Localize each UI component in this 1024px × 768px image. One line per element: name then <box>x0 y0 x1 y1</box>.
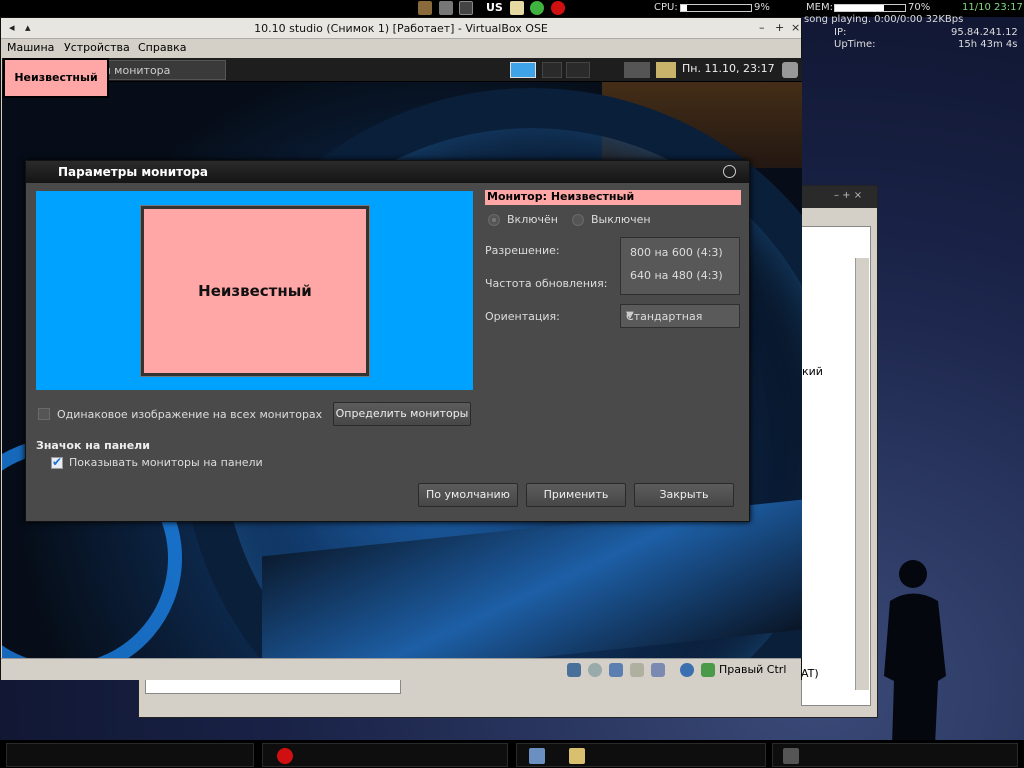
vbox-titlebar[interactable]: ◂ ▴ 10.10 studio (Снимок 1) [Работает] -… <box>1 18 801 39</box>
network-status-icon[interactable] <box>609 663 623 677</box>
bg-window-buttons[interactable]: – + × <box>834 190 862 201</box>
dialog-title: Параметры монитора <box>58 165 208 179</box>
workspace-1-icon[interactable] <box>510 62 536 78</box>
vbox-statusbar: Правый Ctrl <box>1 658 801 680</box>
monitor-identify-label: Неизвестный <box>3 58 109 98</box>
conky-ip-label: IP: <box>834 27 847 38</box>
monitor-preview-label: Неизвестный <box>198 282 312 300</box>
dialog-close-icon[interactable] <box>723 165 736 178</box>
clipboard-icon[interactable] <box>510 1 524 15</box>
close-icon[interactable]: × <box>791 21 800 34</box>
default-button[interactable]: По умолчанию <box>418 483 518 507</box>
hdd-status-icon[interactable] <box>567 663 581 677</box>
menu-machine[interactable]: Машина <box>7 41 54 54</box>
monitor-preview[interactable]: Неизвестный <box>140 205 370 377</box>
monitor-heading-text: Монитор: Неизвестный <box>487 190 635 203</box>
conky-ip-value: 95.84.241.12 <box>951 27 1018 38</box>
keyboard-tray-icon[interactable] <box>624 62 650 78</box>
folder-icon <box>783 748 799 764</box>
display-settings-dialog[interactable]: Параметры монитора Неизвестный Монитор: … <box>25 160 750 522</box>
monitor-on-label: Включён <box>507 213 558 226</box>
mem-label: MEM: <box>806 2 833 13</box>
cpu-value: 9% <box>754 2 770 13</box>
cpu-meter <box>680 4 752 12</box>
vbox-window-title: 10.10 studio (Снимок 1) [Работает] - Vir… <box>254 22 548 35</box>
host-key-icon[interactable] <box>701 663 715 677</box>
refresh-rate-label: Частота обновления: <box>485 277 608 290</box>
usb-status-icon[interactable] <box>651 663 665 677</box>
usb-icon[interactable] <box>439 1 453 15</box>
taskbar-item-opera[interactable] <box>262 743 508 767</box>
resolution-option[interactable]: 640 на 480 (4:3) <box>630 269 723 282</box>
notes-icon <box>569 748 585 764</box>
orientation-combo[interactable]: Стандартная ▼ <box>620 304 740 328</box>
mirror-checkbox[interactable] <box>38 408 50 420</box>
guest-top-panel: ры монитора Пн. 11.10, 23:17 <box>2 58 802 82</box>
system-clock[interactable]: 11/10 23:17 <box>962 2 1023 13</box>
workspace-2-icon[interactable] <box>542 62 562 78</box>
keyboard-layout-indicator[interactable]: US <box>486 1 503 14</box>
vbox-menubar: Машина Устройства Справка <box>1 39 801 57</box>
mem-meter <box>834 4 906 12</box>
apply-button[interactable]: Применить <box>526 483 626 507</box>
mirror-label: Одинаковое изображение на всех мониторах <box>57 408 323 421</box>
shared-folder-icon[interactable] <box>630 663 644 677</box>
detect-monitors-button[interactable]: Определить мониторы <box>333 402 471 426</box>
workspace-3-icon[interactable] <box>566 62 590 78</box>
chevron-down-icon: ▼ <box>626 310 634 321</box>
show-in-panel-checkbox[interactable] <box>51 455 63 469</box>
conky-uptime-label: UpTime: <box>834 39 876 50</box>
host-key-label: Правый Ctrl <box>719 663 787 676</box>
monitor-on-radio[interactable] <box>488 214 500 226</box>
cd-status-icon[interactable] <box>588 663 602 677</box>
taskbar-item-apps[interactable] <box>516 743 766 767</box>
monitor-identify-text: Неизвестный <box>14 71 98 84</box>
trash-icon[interactable] <box>782 62 798 78</box>
monitor-off-label: Выключен <box>591 213 651 226</box>
menu-devices[interactable]: Устройства <box>64 41 130 54</box>
conky-uptime-value: 15h 43m 4s <box>958 39 1018 50</box>
mouse-integration-icon[interactable] <box>680 663 694 677</box>
clover-icon[interactable] <box>530 1 544 15</box>
minimize-icon[interactable]: – <box>759 21 765 34</box>
person-silhouette <box>884 560 946 746</box>
resolution-label: Разрешение: <box>485 244 560 257</box>
close-button[interactable]: Закрыть <box>634 483 734 507</box>
bg-partial-text: кий <box>802 365 823 378</box>
resolution-dropdown-list[interactable]: 800 на 600 (4:3) 640 на 480 (4:3) <box>620 237 740 295</box>
opera-icon[interactable] <box>551 1 565 15</box>
dialog-titlebar[interactable]: Параметры монитора <box>26 161 749 183</box>
host-taskbar <box>0 740 1024 768</box>
panel-icon-section-title: Значок на панели <box>36 439 150 452</box>
bg-partial-text-2: AT) <box>801 667 819 680</box>
display-tray-icon[interactable] <box>656 62 676 78</box>
volume-icon[interactable] <box>459 1 473 15</box>
opera-icon <box>277 748 293 764</box>
resolution-option[interactable]: 800 на 600 (4:3) <box>630 246 723 259</box>
orientation-label: Ориентация: <box>485 310 560 323</box>
monitor-heading: Монитор: Неизвестный <box>485 190 741 205</box>
mem-value: 70% <box>908 2 931 13</box>
guest-clock[interactable]: Пн. 11.10, 23:17 <box>682 62 775 75</box>
background-window-scrollbar[interactable] <box>855 258 869 690</box>
monitor-off-radio[interactable] <box>572 214 584 226</box>
mem-meter-fill <box>835 5 884 11</box>
taskbar-item-files[interactable] <box>772 743 1018 767</box>
menu-help[interactable]: Справка <box>138 41 186 54</box>
cpu-meter-fill <box>681 5 688 11</box>
conky-song: song playing. 0:00/0:00 32KBps <box>804 14 964 25</box>
monitor-layout-area[interactable]: Неизвестный <box>36 191 473 390</box>
cpu-label: CPU: <box>654 2 678 13</box>
archive-icon[interactable] <box>418 1 432 15</box>
app-window-icon <box>529 748 545 764</box>
show-in-panel-label: Показывать мониторы на панели <box>69 456 263 469</box>
taskbar-item-1[interactable] <box>6 743 254 767</box>
maximize-icon[interactable]: + <box>775 21 784 34</box>
